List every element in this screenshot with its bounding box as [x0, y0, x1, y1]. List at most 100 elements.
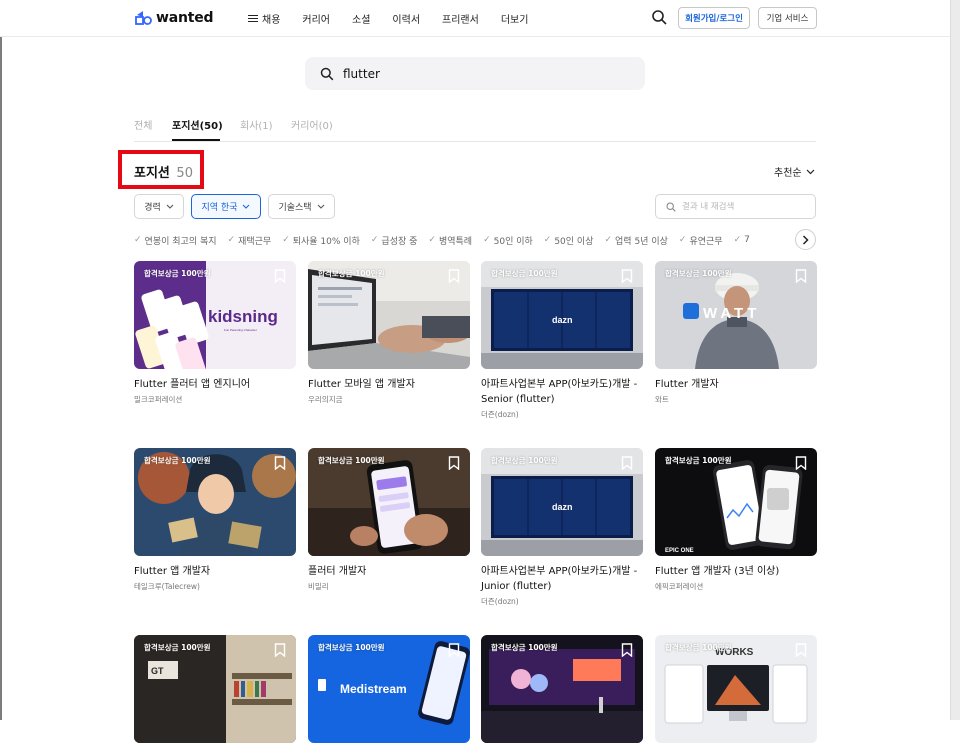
bookmark-icon[interactable] — [448, 269, 460, 283]
nav-social[interactable]: 소셜 — [352, 11, 370, 26]
tag-chip[interactable]: ✓ 퇴사율 10% 이하 — [282, 231, 360, 249]
bookmark-icon[interactable] — [274, 643, 286, 657]
nav-freelancer[interactable]: 프리랜서 — [442, 11, 479, 26]
sort-label: 추천순 — [774, 168, 802, 179]
check-icon: ✓ — [733, 235, 742, 245]
company-name: 더즌(dozn) — [481, 597, 519, 606]
bookmark-icon[interactable] — [621, 456, 633, 470]
tab-companies[interactable]: 회사(1) — [240, 117, 273, 132]
tag-chip[interactable]: ✓ 업력 5년 이상 — [604, 231, 667, 249]
job-card[interactable]: EPIC ONE 합격보상금 100만원 Flutter 앱 개발자 (3년 이… — [655, 448, 817, 592]
svg-text:dazn: dazn — [552, 502, 573, 512]
tag-chip[interactable]: ✓ 재택근무 — [228, 231, 272, 249]
tag-label: 7 — [744, 235, 750, 245]
tag-chip[interactable]: ✓ 연봉이 최고의 복지 — [134, 231, 217, 249]
job-title: 아파트사업본부 APP(아보카도)개발 - Junior (flutter) — [481, 566, 638, 592]
nav-jobs[interactable]: 채용 — [248, 11, 280, 26]
job-thumbnail: WATT 합격보상금 100만원 — [655, 261, 817, 369]
tag-chip[interactable]: ✓ 7 — [734, 231, 750, 249]
bookmark-icon[interactable] — [274, 456, 286, 470]
job-card[interactable]: kidsning Fun Parenting Character 합격보상금 1… — [134, 261, 296, 405]
filter-experience[interactable]: 경력 — [134, 194, 184, 219]
tab-career[interactable]: 커리어(0) — [291, 117, 333, 132]
bookmark-icon[interactable] — [448, 456, 460, 470]
main-nav: 채용 커리어 소셜 이력서 프리랜서 더보기 — [248, 11, 550, 26]
reward-badge: 합격보상금 100만원 — [318, 269, 385, 278]
job-card[interactable]: Medistream 합격보상금 100만원 — [308, 635, 470, 743]
job-card[interactable]: dazn 합격보상금 100만원 아파트사업본부 APP(아보카도)개발 - J… — [481, 448, 643, 607]
job-title: Flutter 개발자 — [655, 379, 719, 390]
chevron-down-icon — [806, 169, 815, 174]
tag-chip[interactable]: ✓ 유연근무 — [679, 231, 723, 249]
bookmark-icon[interactable] — [448, 643, 460, 657]
tag-label: 급성장 중 — [381, 236, 418, 247]
tag-chip[interactable]: ✓ 50인 이상 — [544, 231, 594, 249]
bookmark-icon[interactable] — [621, 643, 633, 657]
job-thumbnail: 합격보상금 100만원 — [308, 261, 470, 369]
refine-search-input[interactable] — [682, 201, 802, 212]
reward-badge: 합격보상금 100만원 — [318, 456, 385, 465]
tag-chip[interactable]: ✓ 병역특례 — [428, 231, 472, 249]
search-icon — [320, 67, 334, 80]
job-card[interactable]: 합격보상금 100만원 — [481, 635, 643, 743]
chevron-right-icon — [802, 234, 809, 245]
filter-label: 지역 한국 — [201, 203, 238, 213]
nav-more[interactable]: 더보기 — [501, 11, 529, 26]
chevron-down-icon — [317, 204, 324, 209]
job-card[interactable]: 합격보상금 100만원 Flutter 앱 개발자 테일크루(Talecrew) — [134, 448, 296, 592]
tag-filter-row: ✓ 연봉이 최고의 복지 ✓ 재택근무 ✓ 퇴사율 10% 이하 ✓ 급성장 중 ✓ 병역… — [134, 231, 794, 249]
check-icon: ✓ — [428, 235, 436, 245]
sort-dropdown[interactable]: 추천순 — [774, 164, 815, 179]
bookmark-icon[interactable] — [621, 269, 633, 283]
tag-chip[interactable]: ✓ 급성장 중 — [371, 231, 418, 249]
company-name: 더즌(dozn) — [481, 410, 519, 419]
search-query[interactable]: flutter — [343, 67, 380, 81]
search-bar[interactable]: flutter — [305, 57, 645, 90]
reward-badge: 합격보상금 100만원 — [144, 456, 211, 465]
tab-all[interactable]: 전체 — [134, 117, 152, 132]
nav-label: 소셜 — [352, 15, 371, 26]
tag-label: 재택근무 — [238, 236, 272, 247]
job-thumbnail: EPIC ONE 합격보상금 100만원 — [655, 448, 817, 556]
tag-label: 50인 이상 — [554, 236, 594, 247]
job-card[interactable]: WORKS 합격보상금 100만원 — [655, 635, 817, 743]
filter-region[interactable]: 지역 한국 — [191, 194, 261, 219]
job-thumbnail: GT 합격보상금 100만원 — [134, 635, 296, 743]
bookmark-icon[interactable] — [274, 269, 286, 283]
svg-text:GT: GT — [151, 666, 164, 676]
wanted-logo[interactable]: wanted — [135, 9, 214, 26]
tag-label: 유연근무 — [689, 236, 723, 247]
filter-skills[interactable]: 기술스택 — [268, 194, 335, 219]
search-icon[interactable] — [651, 9, 668, 26]
tab-positions[interactable]: 포지션(50) — [172, 117, 223, 132]
job-card[interactable]: 합격보상금 100만원 플러터 개발자 비밀리 — [308, 448, 470, 592]
check-icon: ✓ — [543, 235, 552, 245]
job-thumbnail: dazn 합격보상금 100만원 — [481, 448, 643, 556]
nav-resume[interactable]: 이력서 — [392, 11, 420, 26]
job-card[interactable]: dazn 합격보상금 100만원 아파트사업본부 APP(아보카도)개발 - S… — [481, 261, 643, 420]
nav-label: 프리랜서 — [442, 15, 479, 26]
window-scrollbar[interactable] — [950, 0, 960, 720]
job-card[interactable]: WATT 합격보상금 100만원 Flutter 개발자 와트 — [655, 261, 817, 405]
tags-scroll-right-button[interactable] — [795, 229, 816, 250]
signup-login-button[interactable]: 회원가입/로그인 — [678, 7, 750, 29]
job-card[interactable]: GT 합격보상금 100만원 — [134, 635, 296, 743]
company-name: 와트 — [655, 395, 669, 404]
reward-badge: 합격보상금 100만원 — [665, 643, 732, 652]
refine-search-field[interactable] — [655, 194, 816, 219]
job-card[interactable]: 합격보상금 100만원 Flutter 모바일 앱 개발자 우리의지금 — [308, 261, 470, 405]
bookmark-icon[interactable] — [795, 456, 807, 470]
chevron-down-icon — [243, 204, 250, 209]
reward-badge: 합격보상금 100만원 — [665, 269, 732, 278]
company-name: 에픽코퍼레이션 — [655, 582, 704, 591]
bookmark-icon[interactable] — [795, 643, 807, 657]
nav-career[interactable]: 커리어 — [302, 11, 330, 26]
bookmark-icon[interactable] — [795, 269, 807, 283]
check-icon: ✓ — [604, 235, 613, 245]
business-service-button[interactable]: 기업 서비스 — [758, 7, 817, 29]
reward-badge: 합격보상금 100만원 — [665, 456, 732, 465]
check-icon: ✓ — [678, 235, 687, 245]
job-title: 플러터 개발자 — [308, 566, 367, 577]
tag-chip[interactable]: ✓ 50인 이하 — [483, 231, 533, 249]
job-thumbnail: 합격보상금 100만원 — [134, 448, 296, 556]
